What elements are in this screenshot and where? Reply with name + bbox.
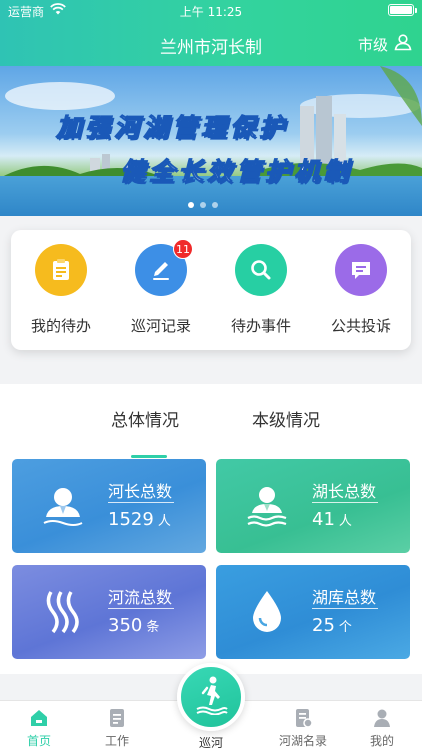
notification-badge: 11 [173,239,193,259]
person-icon [371,707,393,729]
card-unit: 人 [157,514,171,529]
card-title: 河长总数 [108,482,173,501]
quick-label: 待办事件 [230,317,291,335]
battery-tip [415,8,417,13]
message-icon [335,244,387,296]
card-title: 湖长总数 [312,482,377,501]
status-bar: 运营商 上午 11:25 [0,0,422,22]
tabbar-home[interactable]: 首页 [9,707,69,749]
card-title: 河流总数 [108,588,173,607]
carousel-indicator [188,202,218,208]
patrol-button[interactable] [177,663,245,731]
banner-carousel[interactable]: 加强河湖管理保护 健全长效管护机制 [0,66,422,216]
battery-icon [388,4,414,16]
quick-label: 巡河记录 [130,317,191,335]
tabbar-work[interactable]: 工作 [87,707,147,749]
tabbar-label: 我的 [369,734,394,748]
directory-icon [292,707,314,729]
card-lake-chiefs[interactable]: 湖长总数 41 人 [216,459,410,553]
card-value: 25 个 [312,615,352,636]
card-number: 41 [312,509,335,530]
card-number: 350 [108,615,143,636]
walking-person-icon [193,675,229,719]
card-divider [108,608,174,609]
quick-pending-events[interactable]: 待办事件 [211,230,311,350]
quick-actions: 我的待办 11 巡河记录 待办事件 公共投诉 [11,230,411,350]
card-divider [108,502,174,503]
card-divider [312,502,378,503]
water-drop-icon [242,587,292,637]
banner-slogan-1: 加强河湖管理保护 [55,113,289,143]
level-switch[interactable]: 市级 [358,33,412,55]
home-icon [28,707,50,729]
carousel-dot[interactable] [200,202,206,208]
person-icon [38,481,88,531]
tabbar-label: 工作 [104,734,129,748]
overview-tabs: 总体情况 本级情况 [0,406,422,458]
status-time: 上午 11:25 [179,5,243,19]
card-unit: 条 [146,620,160,635]
card-value: 1529 人 [108,509,171,530]
card-number: 1529 [108,509,154,530]
active-tab-indicator [131,455,167,458]
card-lakes-reservoirs[interactable]: 湖库总数 25 个 [216,565,410,659]
app-header: 运营商 上午 11:25 兰州市河长制 市级 [0,0,422,66]
quick-label: 公共投诉 [330,317,391,335]
quick-label: 我的待办 [30,317,91,335]
person-water-icon [242,481,292,531]
tabbar-label-patrol: 巡河 [198,736,223,750]
card-river-chiefs[interactable]: 河长总数 1529 人 [12,459,206,553]
tab-overall[interactable]: 总体情况 [111,406,179,431]
quick-my-todo[interactable]: 我的待办 [11,230,111,350]
tab-current-level[interactable]: 本级情况 [252,406,320,431]
card-unit: 人 [338,514,352,529]
search-icon [235,244,287,296]
card-number: 25 [312,615,335,636]
card-rivers[interactable]: 河流总数 350 条 [12,565,206,659]
card-unit: 个 [338,620,352,635]
banner-slogan-2: 健全长效管护机制 [119,157,353,187]
card-title: 湖库总数 [312,588,377,607]
card-value: 350 条 [108,615,159,636]
carousel-dot[interactable] [188,202,194,208]
tabbar-river-directory[interactable]: 河湖名录 [273,707,333,749]
card-divider [312,608,378,609]
document-icon [106,707,128,729]
card-value: 41 人 [312,509,352,530]
carousel-dot[interactable] [212,202,218,208]
tabbar-label: 河湖名录 [278,734,327,748]
quick-patrol-records[interactable]: 11 巡河记录 [111,230,211,350]
level-label: 市级 [357,35,388,54]
quick-public-complaints[interactable]: 公共投诉 [311,230,411,350]
tabbar-label: 首页 [26,734,51,748]
clipboard-icon [35,244,87,296]
tabbar-mine[interactable]: 我的 [352,707,412,749]
river-icon [38,587,88,637]
user-icon[interactable] [394,33,412,55]
